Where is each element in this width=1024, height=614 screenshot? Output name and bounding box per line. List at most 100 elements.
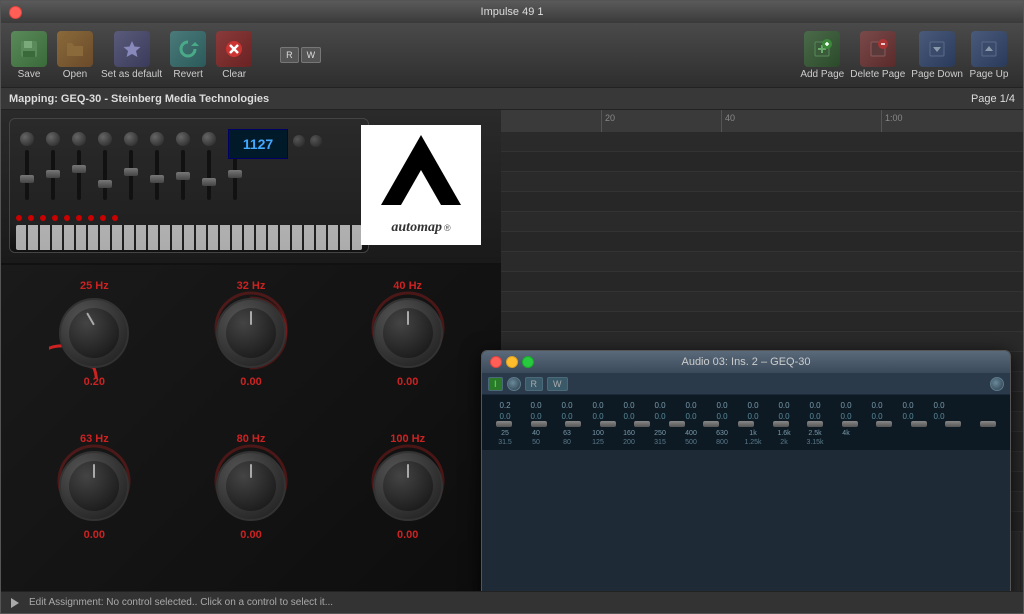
knob-40hz[interactable]: [373, 298, 443, 368]
close-button[interactable]: [9, 6, 22, 19]
fader-channel[interactable]: [16, 132, 38, 200]
add-page-label: Add Page: [800, 69, 844, 80]
revert-button[interactable]: Revert: [168, 31, 208, 80]
geq-fader-col[interactable]: [626, 423, 659, 425]
geq-fader-col[interactable]: [695, 423, 728, 425]
geq-freq-bot: 50: [521, 439, 551, 446]
fader-channel[interactable]: [146, 132, 168, 200]
clear-button[interactable]: Clear: [214, 31, 254, 80]
geq-fader-col[interactable]: [661, 423, 694, 425]
set-default-button[interactable]: Set as default: [101, 31, 162, 80]
geq-fader-col[interactable]: [868, 423, 901, 425]
automap-logo: automap ®: [361, 125, 481, 245]
geq-fader-col[interactable]: [730, 423, 763, 425]
page-down-icon: [919, 31, 955, 67]
geq-minimize-button[interactable]: [506, 356, 518, 368]
fader-channel[interactable]: [42, 132, 64, 200]
save-label: Save: [18, 69, 41, 80]
geq-bot-val: 0.0: [614, 412, 644, 421]
geq-bot-val: 0.0: [521, 412, 551, 421]
revert-label: Revert: [173, 69, 202, 80]
delete-page-label: Delete Page: [850, 69, 905, 80]
geq-freq-top: 1k: [738, 430, 768, 437]
geq-power-button[interactable]: I: [488, 377, 503, 391]
ruler-mark-20: 20: [601, 110, 615, 132]
geq-freq-bot: 2k: [769, 439, 799, 446]
delete-page-button[interactable]: Delete Page: [850, 31, 905, 80]
geq-fader-col[interactable]: [799, 423, 832, 425]
geq-fader-col[interactable]: [902, 423, 935, 425]
geq-freq-top: 40: [521, 430, 551, 437]
fader-channel[interactable]: [94, 132, 116, 200]
geq-freq-top: 250: [645, 430, 675, 437]
geq-fader-col[interactable]: [592, 423, 625, 425]
geq-dial[interactable]: [507, 377, 521, 391]
geq-w-button[interactable]: W: [547, 377, 568, 391]
geq-window-controls: [490, 356, 534, 368]
geq-top-val: 0.0: [893, 401, 923, 410]
geq-bot-val: 0.0: [924, 412, 954, 421]
geq-fader-col[interactable]: [833, 423, 866, 425]
geq-fader-col[interactable]: [557, 423, 590, 425]
geq-top-val: 0.0: [676, 401, 706, 410]
geq-fader-col[interactable]: [488, 423, 521, 425]
fader-channel[interactable]: [198, 132, 220, 200]
add-page-icon: [804, 31, 840, 67]
automap-reg: ®: [444, 223, 451, 233]
geq-fader-col[interactable]: [523, 423, 556, 425]
status-bar: Edit Assignment: No control selected.. C…: [1, 591, 1023, 613]
page-down-label: Page Down: [911, 69, 963, 80]
geq-freq-bot: 500: [676, 439, 706, 446]
geq-freq-top: 160: [614, 430, 644, 437]
geq-freq-top: 2.5k: [800, 430, 830, 437]
add-page-button[interactable]: Add Page: [800, 31, 844, 80]
save-button[interactable]: Save: [9, 31, 49, 80]
geq-bot-val: 0.0: [552, 412, 582, 421]
geq-toolbar: I R W: [482, 373, 1010, 395]
mapping-title: Mapping: GEQ-30 - Steinberg Media Techno…: [9, 93, 269, 105]
geq-freq-bot: [893, 439, 923, 446]
geq-top-val: 0.0: [521, 401, 551, 410]
knob-63hz[interactable]: [59, 451, 129, 521]
device-image: 1127: [1, 110, 501, 265]
geq-top-val: 0.0: [924, 401, 954, 410]
geq-fader-col[interactable]: [971, 423, 1004, 425]
play-button[interactable]: [9, 597, 21, 609]
geq-content: 0.2 0.0 0.0 0.0 0.0 0.0 0.0 0.0 0.0 0.0 …: [482, 395, 1010, 450]
geq-freq-bot: 200: [614, 439, 644, 446]
knob-32hz[interactable]: [216, 298, 286, 368]
page-up-button[interactable]: Page Up: [969, 31, 1009, 80]
knob-group-40hz: 40 Hz 0.00: [334, 280, 481, 423]
page-indicator: Page 1/4: [971, 93, 1015, 105]
timeline-row: [501, 292, 1023, 312]
fader-channel[interactable]: [172, 132, 194, 200]
geq-r-button[interactable]: R: [525, 377, 544, 391]
geq-fader-col[interactable]: [937, 423, 970, 425]
geq-bot-val: 0.0: [583, 412, 613, 421]
revert-icon: [170, 31, 206, 67]
knob-100hz[interactable]: [373, 451, 443, 521]
knob-80hz[interactable]: [216, 451, 286, 521]
geq-bot-val: 0.0: [645, 412, 675, 421]
timeline-row: [501, 312, 1023, 332]
timeline-header: 20 40 1:00: [501, 110, 1023, 132]
fader-channel[interactable]: [120, 132, 142, 200]
geq-freq-top: 25: [490, 430, 520, 437]
title-bar: Impulse 49 1: [1, 1, 1023, 23]
w-button[interactable]: W: [301, 47, 322, 63]
fader-channel[interactable]: [68, 132, 90, 200]
set-default-icon: [114, 31, 150, 67]
geq-fader-col[interactable]: [764, 423, 797, 425]
knob-group-63hz: 63 Hz 0.00: [21, 433, 168, 576]
geq-maximize-button[interactable]: [522, 356, 534, 368]
timeline-row: [501, 192, 1023, 212]
page-down-button[interactable]: Page Down: [911, 31, 963, 80]
geq-bot-val: 0.0: [800, 412, 830, 421]
geq-close-button[interactable]: [490, 356, 502, 368]
r-button[interactable]: R: [280, 47, 299, 63]
geq-preset-dial[interactable]: [990, 377, 1004, 391]
page-up-label: Page Up: [970, 69, 1009, 80]
geq-freq-top: 400: [676, 430, 706, 437]
knob-25hz[interactable]: [59, 298, 129, 368]
open-button[interactable]: Open: [55, 31, 95, 80]
